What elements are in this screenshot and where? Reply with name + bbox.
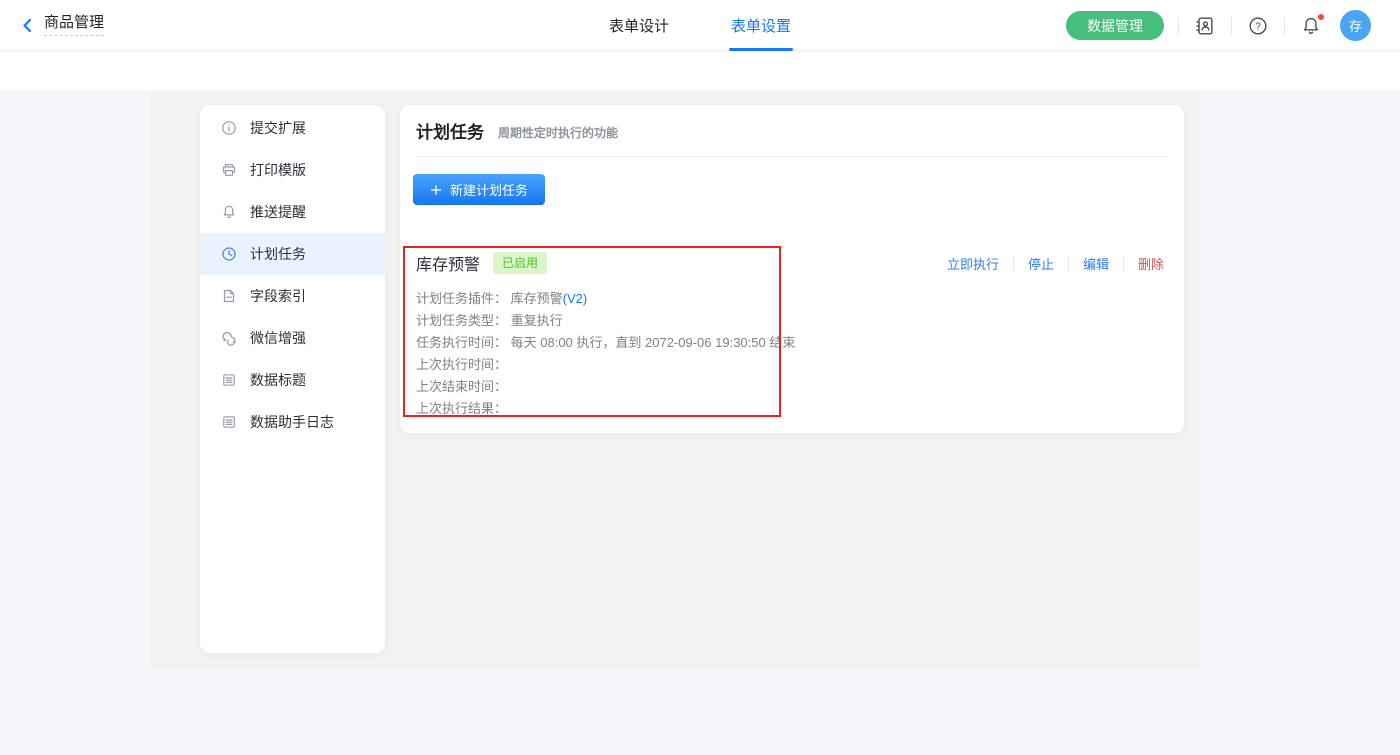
plus-icon bbox=[430, 184, 442, 196]
sidebar-item-data-assistant-log[interactable]: 数据助手日志 bbox=[200, 401, 385, 443]
detail-value: 重复执行 bbox=[511, 313, 563, 328]
sub-header-strip bbox=[0, 52, 1400, 90]
detail-label: 上次执行时间： bbox=[416, 357, 507, 372]
top-header: 商品管理 表单设计 表单设置 数据管理 ? bbox=[0, 0, 1400, 51]
wechat-icon bbox=[221, 330, 237, 346]
sidebar-item-label: 提交扩展 bbox=[250, 118, 306, 138]
data-manage-button[interactable]: 数据管理 bbox=[1066, 11, 1164, 40]
back-button[interactable] bbox=[20, 18, 35, 33]
sidebar-item-label: 微信增强 bbox=[250, 328, 306, 348]
detail-value: 每天 08:00 执行，直到 2072-09-06 19:30:50 结束 bbox=[511, 335, 796, 350]
sidebar-item-push-reminder[interactable]: 推送提醒 bbox=[200, 191, 385, 233]
header-right-controls: 数据管理 ? 存 bbox=[1066, 0, 1400, 51]
new-scheduled-task-button[interactable]: 新建计划任务 bbox=[413, 174, 545, 205]
info-circle-icon bbox=[221, 120, 237, 136]
panel-header: 计划任务 周期性定时执行的功能 bbox=[416, 105, 1168, 157]
detail-label: 计划任务类型： bbox=[416, 313, 507, 328]
sidebar-item-label: 字段索引 bbox=[250, 286, 306, 306]
tab-form-settings[interactable]: 表单设置 bbox=[731, 0, 791, 51]
detail-label: 任务执行时间： bbox=[416, 335, 507, 350]
header-tabs: 表单设计 表单设置 bbox=[609, 0, 791, 51]
settings-sidebar: 提交扩展 打印模版 推送提醒 计划任务 bbox=[200, 105, 385, 653]
detail-label: 计划任务插件： bbox=[416, 291, 507, 306]
edit-link[interactable]: 编辑 bbox=[1069, 254, 1123, 273]
divider bbox=[1284, 17, 1285, 35]
list-icon bbox=[221, 414, 237, 430]
run-now-link[interactable]: 立即执行 bbox=[947, 254, 1013, 273]
detail-label: 上次执行结果： bbox=[416, 401, 507, 416]
document-icon bbox=[221, 288, 237, 304]
task-detail-last-run-time: 上次执行时间： bbox=[416, 354, 795, 376]
sidebar-item-submit-extension[interactable]: 提交扩展 bbox=[200, 107, 385, 149]
sidebar-item-label: 推送提醒 bbox=[250, 202, 306, 222]
new-task-button-label: 新建计划任务 bbox=[450, 180, 528, 199]
stop-link[interactable]: 停止 bbox=[1014, 254, 1068, 273]
delete-link[interactable]: 删除 bbox=[1124, 254, 1166, 273]
task-detail-plugin: 计划任务插件： 库存预警(V2) bbox=[416, 288, 795, 310]
sidebar-item-label: 计划任务 bbox=[250, 244, 306, 264]
plugin-version-link[interactable]: (V2) bbox=[563, 291, 588, 306]
bell-icon bbox=[221, 204, 237, 220]
task-details: 计划任务插件： 库存预警(V2) 计划任务类型： 重复执行 任务执行时间： 每天… bbox=[416, 288, 795, 420]
tab-form-design[interactable]: 表单设计 bbox=[609, 0, 669, 51]
detail-value: 库存预警 bbox=[511, 291, 563, 306]
task-detail-type: 计划任务类型： 重复执行 bbox=[416, 310, 795, 332]
divider bbox=[1231, 17, 1232, 35]
task-detail-last-end-time: 上次结束时间： bbox=[416, 376, 795, 398]
task-detail-schedule: 任务执行时间： 每天 08:00 执行，直到 2072-09-06 19:30:… bbox=[416, 332, 795, 354]
sidebar-item-label: 打印模版 bbox=[250, 160, 306, 180]
page-title: 计划任务 bbox=[416, 118, 484, 143]
clock-icon bbox=[221, 246, 237, 262]
contacts-icon[interactable] bbox=[1193, 14, 1217, 38]
sidebar-item-field-index[interactable]: 字段索引 bbox=[200, 275, 385, 317]
sidebar-item-label: 数据助手日志 bbox=[250, 412, 334, 432]
sidebar-item-label: 数据标题 bbox=[250, 370, 306, 390]
sidebar-item-print-template[interactable]: 打印模版 bbox=[200, 149, 385, 191]
page-subtitle: 周期性定时执行的功能 bbox=[498, 124, 618, 141]
form-title[interactable]: 商品管理 bbox=[44, 14, 104, 36]
printer-icon bbox=[221, 162, 237, 178]
sidebar-item-wechat-enhance[interactable]: 微信增强 bbox=[200, 317, 385, 359]
svg-text:?: ? bbox=[1255, 21, 1261, 32]
avatar[interactable]: 存 bbox=[1340, 10, 1371, 41]
detail-label: 上次结束时间： bbox=[416, 379, 507, 394]
notification-bell-icon[interactable] bbox=[1299, 14, 1323, 38]
task-title-row: 库存预警 已启用 bbox=[416, 251, 547, 275]
back-chevron-icon bbox=[20, 18, 35, 33]
status-badge: 已启用 bbox=[493, 252, 547, 274]
scheduled-tasks-panel: 计划任务 周期性定时执行的功能 新建计划任务 库存预警 已启用 计划任务插件： … bbox=[400, 105, 1184, 433]
task-name: 库存预警 bbox=[416, 251, 480, 275]
help-icon[interactable]: ? bbox=[1246, 14, 1270, 38]
back-area: 商品管理 bbox=[20, 14, 104, 36]
divider bbox=[1178, 17, 1179, 35]
sidebar-item-data-title[interactable]: 数据标题 bbox=[200, 359, 385, 401]
list-icon bbox=[221, 372, 237, 388]
notification-badge-dot bbox=[1317, 13, 1325, 21]
task-actions: 立即执行 停止 编辑 删除 bbox=[947, 254, 1166, 273]
task-detail-last-result: 上次执行结果： bbox=[416, 398, 795, 420]
sidebar-item-scheduled-tasks[interactable]: 计划任务 bbox=[200, 233, 385, 275]
